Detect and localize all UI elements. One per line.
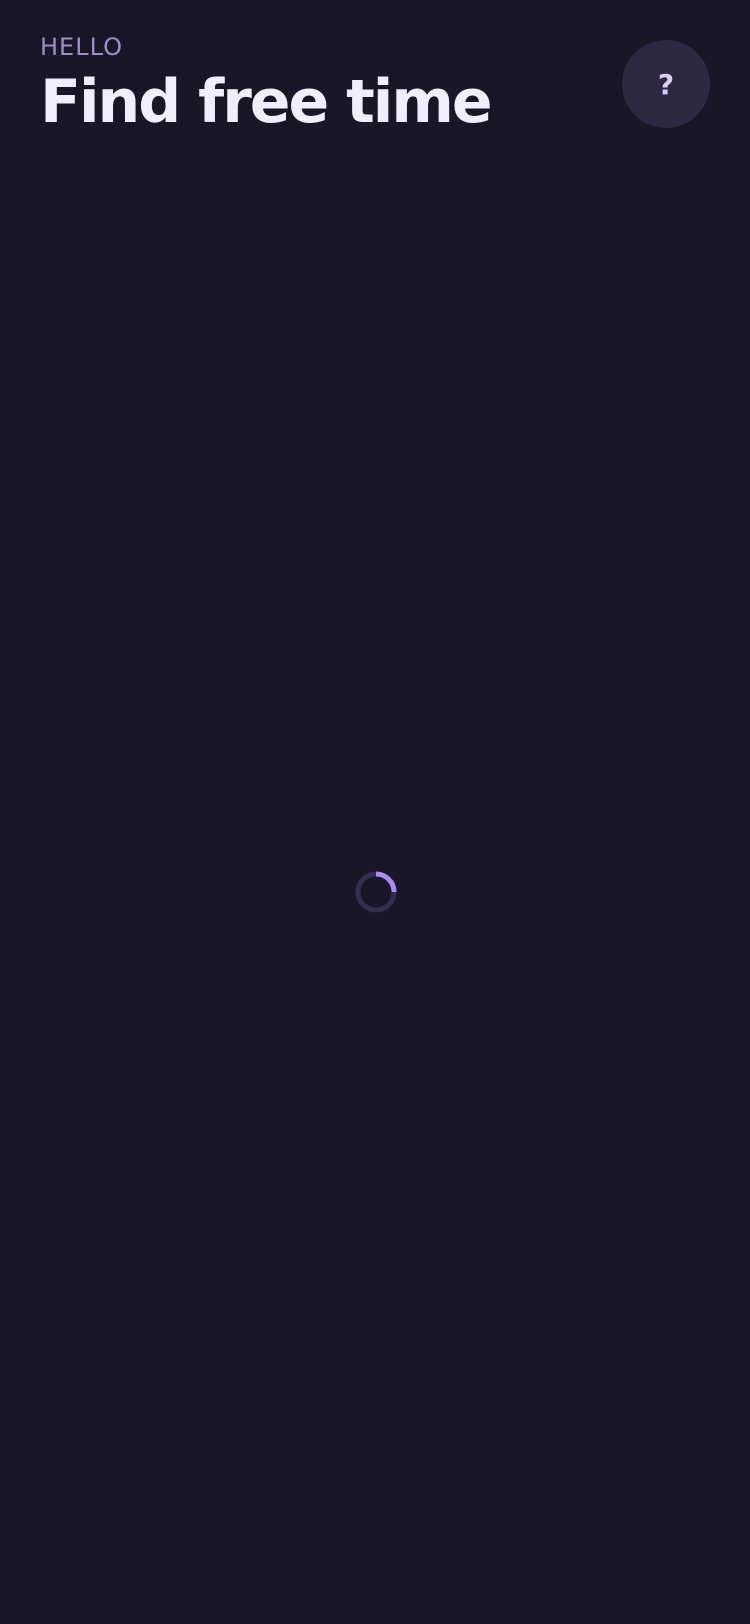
page-title: Find free time — [40, 67, 493, 137]
help-icon: ? — [657, 67, 675, 101]
header: HELLO Find free time — [40, 34, 710, 134]
greeting-label: HELLO — [40, 33, 123, 61]
help-button[interactable]: ? — [622, 40, 710, 128]
loading-spinner-icon — [355, 871, 397, 913]
